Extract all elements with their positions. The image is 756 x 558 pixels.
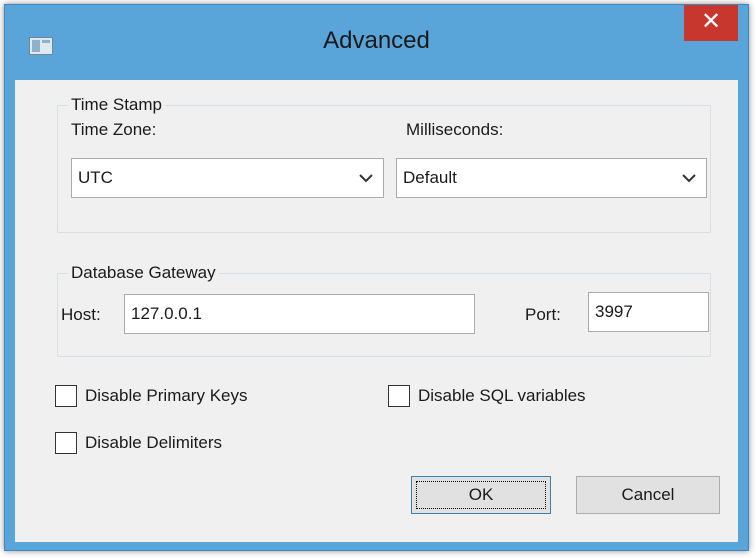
- disable-delimiters-label: Disable Delimiters: [85, 433, 222, 452]
- cancel-button-label: Cancel: [621, 485, 675, 504]
- milliseconds-value: Default: [403, 168, 457, 187]
- disable-primary-keys-label: Disable Primary Keys: [85, 386, 248, 405]
- milliseconds-select[interactable]: Default: [396, 158, 707, 198]
- time-zone-value: UTC: [78, 168, 113, 187]
- chevron-down-icon: [359, 174, 373, 183]
- ok-button[interactable]: OK: [411, 476, 551, 514]
- disable-delimiters-checkbox[interactable]: [55, 432, 77, 454]
- focus-rectangle: [416, 481, 546, 509]
- port-label: Port:: [525, 305, 561, 324]
- dialog-client-area: Time Stamp Time Zone: UTC Milliseconds: …: [15, 80, 738, 542]
- disable-sql-variables-label: Disable SQL variables: [418, 386, 586, 405]
- port-value: 3997: [595, 302, 633, 321]
- cancel-button[interactable]: Cancel: [576, 476, 720, 514]
- title-bar[interactable]: Advanced ✕: [5, 5, 748, 79]
- window-title: Advanced: [323, 27, 430, 54]
- advanced-dialog: Advanced ✕ Time Stamp Time Zone: UTC Mil…: [4, 4, 749, 551]
- time-stamp-group-label: Time Stamp: [68, 95, 166, 115]
- host-input[interactable]: 127.0.0.1: [124, 294, 475, 334]
- close-button[interactable]: ✕: [684, 5, 738, 41]
- port-input[interactable]: 3997: [588, 292, 709, 332]
- chevron-down-icon: [682, 174, 696, 183]
- disable-sql-variables-checkbox[interactable]: [388, 385, 410, 407]
- time-zone-select[interactable]: UTC: [71, 158, 384, 198]
- host-label: Host:: [61, 305, 101, 324]
- milliseconds-label: Milliseconds:: [406, 120, 504, 139]
- disable-primary-keys-checkbox[interactable]: [55, 385, 77, 407]
- host-value: 127.0.0.1: [131, 304, 202, 323]
- time-zone-label: Time Zone:: [71, 120, 157, 139]
- close-icon: ✕: [700, 8, 722, 35]
- database-gateway-group-label: Database Gateway: [68, 263, 219, 283]
